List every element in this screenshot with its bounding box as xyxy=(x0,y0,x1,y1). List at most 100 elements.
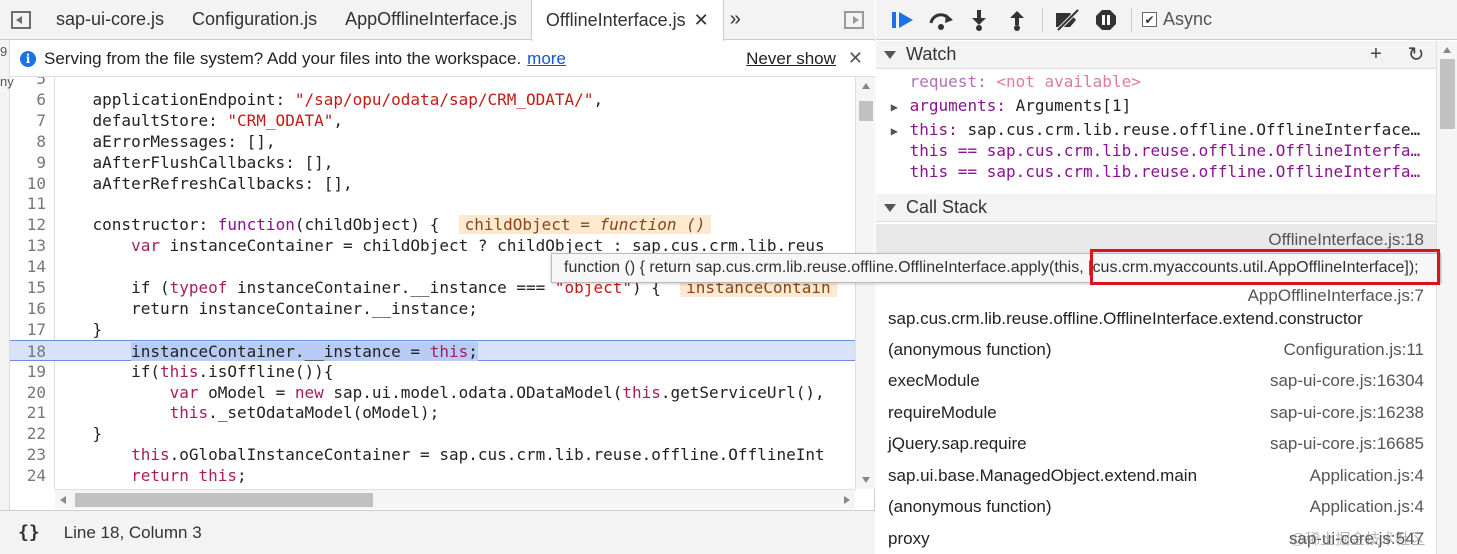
line-number[interactable]: 25 xyxy=(10,486,50,489)
refresh-watch-icon[interactable]: ↻ xyxy=(1396,42,1436,67)
line-number[interactable]: 14 xyxy=(10,256,50,277)
tab-sap-ui-core[interactable]: sap-ui-core.js xyxy=(42,0,178,39)
call-frame[interactable]: sap.cus.crm.lib.reuse.offline.OfflineInt… xyxy=(876,303,1436,334)
code-line[interactable]: 21 this._setOdataModel(oModel); xyxy=(10,402,855,423)
step-out-button[interactable] xyxy=(998,0,1036,40)
step-into-button[interactable] xyxy=(960,0,998,40)
pretty-print-button[interactable]: {} xyxy=(18,522,40,543)
code-editor[interactable]: 56 applicationEndpoint: "/sap/opu/odata/… xyxy=(10,77,855,489)
never-show-link[interactable]: Never show xyxy=(746,49,836,69)
tab-configuration[interactable]: Configuration.js xyxy=(178,0,331,39)
editor-horizontal-scrollbar[interactable] xyxy=(55,489,855,509)
line-number[interactable]: 8 xyxy=(10,131,50,152)
line-number[interactable]: 5 xyxy=(10,77,50,89)
resume-button[interactable] xyxy=(884,0,922,40)
line-number[interactable]: 13 xyxy=(10,235,50,256)
close-tab-icon[interactable]: ✕ xyxy=(694,10,709,31)
code-line[interactable]: 9 aAfterFlushCallbacks: [], xyxy=(10,152,855,173)
callstack-section-header[interactable]: Call Stack xyxy=(876,194,1436,222)
deactivate-breakpoints-button[interactable] xyxy=(1049,0,1087,40)
frame-location[interactable]: sap-ui-core.js:16238 xyxy=(1270,403,1424,423)
frame-location[interactable]: OfflineInterface.js:18 xyxy=(1268,230,1424,250)
watch-expression: arguments xyxy=(909,96,997,115)
line-number[interactable]: 11 xyxy=(10,193,50,214)
tab-app-offline-interface[interactable]: AppOfflineInterface.js xyxy=(331,0,531,39)
async-toggle[interactable]: ✔ Async xyxy=(1142,9,1212,30)
code-line[interactable]: 22 } xyxy=(10,423,855,444)
expand-arrow-icon[interactable]: ▶ xyxy=(876,96,900,117)
line-source: instanceContainer.__instance = this; xyxy=(131,341,478,361)
more-tabs-icon[interactable]: » xyxy=(724,0,747,39)
line-number[interactable]: 7 xyxy=(10,110,50,131)
code-line[interactable]: 7 defaultStore: "CRM_ODATA", xyxy=(10,110,855,131)
close-infobar-icon[interactable]: ✕ xyxy=(848,48,863,69)
scrollbar-thumb[interactable] xyxy=(859,101,873,121)
code-line[interactable]: 10 aAfterRefreshCallbacks: [], xyxy=(10,173,855,194)
code-line[interactable]: 5 xyxy=(10,77,855,89)
sidebar-vertical-scrollbar[interactable] xyxy=(1436,41,1457,554)
editor-vertical-scrollbar[interactable] xyxy=(855,77,875,489)
frame-location[interactable]: sap-ui-core.js:16304 xyxy=(1270,371,1424,391)
scroll-up-icon[interactable] xyxy=(862,83,870,89)
frame-location[interactable]: Configuration.js:11 xyxy=(1284,340,1425,360)
toggle-navigator-button[interactable] xyxy=(0,0,42,39)
watch-row[interactable]: this == sap.cus.crm.lib.reuse.offline.Of… xyxy=(876,140,1436,162)
step-over-button[interactable] xyxy=(922,0,960,40)
tab-offline-interface[interactable]: OfflineInterface.js ✕ xyxy=(530,0,724,41)
async-checkbox[interactable]: ✔ xyxy=(1142,12,1157,27)
call-frame[interactable]: (anonymous function) Application.js:4 xyxy=(876,491,1436,522)
code-line[interactable]: 17 } xyxy=(10,319,855,340)
scroll-down-icon[interactable] xyxy=(862,477,870,483)
call-frame[interactable]: jQuery.sap.require sap-ui-core.js:16685 xyxy=(876,428,1436,459)
frame-location[interactable]: Application.js:4 xyxy=(1310,497,1424,517)
scroll-left-icon[interactable] xyxy=(60,496,66,504)
code-line[interactable]: 23 this.oGlobalInstanceContainer = sap.c… xyxy=(10,444,855,465)
tab-bar-spacer xyxy=(747,0,833,39)
line-number[interactable]: 19 xyxy=(10,361,50,382)
line-number[interactable]: 15 xyxy=(10,277,50,298)
frame-location[interactable]: sap-ui-core.js:16685 xyxy=(1270,434,1424,454)
scrollbar-thumb[interactable] xyxy=(1440,59,1455,129)
frame-location[interactable]: Application.js:4 xyxy=(1310,466,1424,486)
infobar-more-link[interactable]: more xyxy=(527,49,566,69)
add-watch-icon[interactable]: + xyxy=(1356,43,1396,66)
scroll-up-icon[interactable] xyxy=(1443,47,1451,53)
line-number[interactable]: 20 xyxy=(10,382,50,403)
scrollbar-thumb[interactable] xyxy=(75,493,373,507)
code-line[interactable]: 24 return this; xyxy=(10,465,855,486)
watch-row[interactable]: ▶ this: sap.cus.crm.lib.reuse.offline.Of… xyxy=(876,119,1436,141)
call-frame[interactable]: sap.ui.base.ManagedObject.extend.main Ap… xyxy=(876,460,1436,491)
code-line[interactable]: 19 if(this.isOffline()){ xyxy=(10,361,855,382)
line-number[interactable]: 9 xyxy=(10,152,50,173)
expand-arrow-icon[interactable]: ▶ xyxy=(876,120,900,141)
code-line[interactable]: 12 constructor: function(childObject) { … xyxy=(10,214,855,235)
line-number[interactable]: 22 xyxy=(10,423,50,444)
line-number[interactable]: 16 xyxy=(10,298,50,319)
code-line[interactable]: 20 var oModel = new sap.ui.model.odata.O… xyxy=(10,382,855,403)
line-number[interactable]: 12 xyxy=(10,214,50,235)
expand-triangle-icon xyxy=(884,50,896,59)
line-number[interactable]: 23 xyxy=(10,444,50,465)
line-number[interactable]: 18 xyxy=(10,341,50,362)
line-number[interactable]: 6 xyxy=(10,89,50,110)
call-frame[interactable]: requireModule sap-ui-core.js:16238 xyxy=(876,397,1436,428)
toggle-debugger-button[interactable] xyxy=(833,0,875,39)
line-number[interactable]: 24 xyxy=(10,465,50,486)
line-number[interactable]: 21 xyxy=(10,402,50,423)
call-frame[interactable]: execModule sap-ui-core.js:16304 xyxy=(876,365,1436,396)
watch-row[interactable]: ▶ arguments: Arguments[1] xyxy=(876,95,1436,117)
code-line[interactable]: 11 xyxy=(10,193,855,214)
current-execution-line[interactable]: 18 instanceContainer.__instance = this; xyxy=(10,339,855,362)
line-number[interactable]: 17 xyxy=(10,319,50,340)
scroll-right-icon[interactable] xyxy=(844,496,850,504)
watch-section-header[interactable]: Watch + ↻ xyxy=(876,41,1436,69)
pause-on-exceptions-button[interactable] xyxy=(1087,0,1125,40)
line-number[interactable]: 10 xyxy=(10,173,50,194)
call-frame[interactable]: (anonymous function) Configuration.js:11 xyxy=(876,334,1436,365)
code-line[interactable]: 6 applicationEndpoint: "/sap/opu/odata/s… xyxy=(10,89,855,110)
tab-label: AppOfflineInterface.js xyxy=(345,9,517,29)
watch-row[interactable]: this == sap.cus.crm.lib.reuse.offline.Of… xyxy=(876,161,1436,183)
code-line[interactable]: 8 aErrorMessages: [], xyxy=(10,131,855,152)
code-line[interactable]: 16 return instanceContainer.__instance; xyxy=(10,298,855,319)
watch-row[interactable]: request: <not available> xyxy=(876,71,1436,93)
